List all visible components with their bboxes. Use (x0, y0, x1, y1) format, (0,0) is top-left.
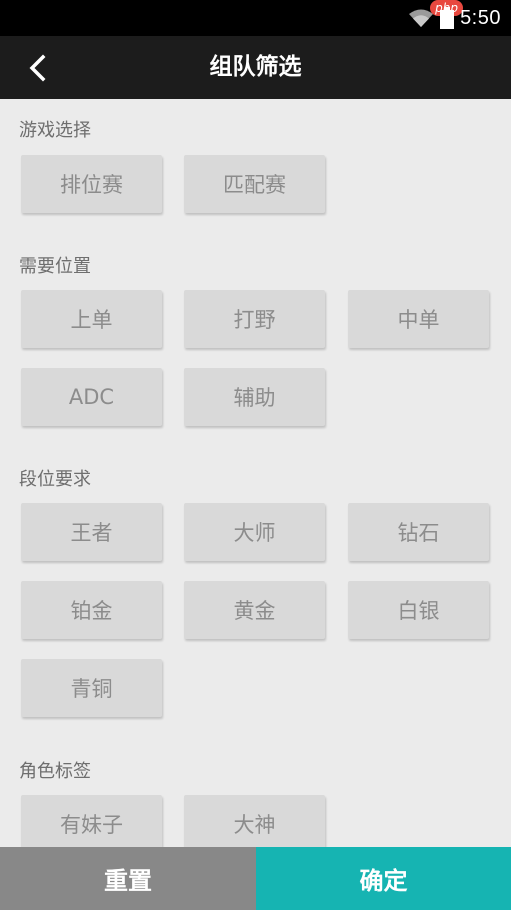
chip-silver[interactable]: 白银 (348, 581, 489, 639)
filter-content[interactable]: 游戏选择 排位赛 匹配赛 需要位置 上单 打野 中单 ADC 辅助 段位要求 王… (0, 99, 511, 847)
chip-match[interactable]: 匹配赛 (184, 155, 325, 213)
battery-icon (440, 7, 455, 29)
back-button[interactable] (20, 50, 56, 86)
bottom-action-bar: 重置 确定 (0, 847, 511, 910)
status-icons: 5:50 (408, 4, 501, 32)
status-bar: php 5:50 (0, 0, 511, 36)
page-title: 组队筛选 (209, 54, 302, 80)
chip-mid[interactable]: 中单 (348, 290, 489, 348)
chip-support[interactable]: 辅助 (184, 368, 325, 426)
chip-pro[interactable]: 大神 (184, 795, 325, 847)
section-label-rank: 段位要求 (19, 469, 91, 490)
chip-ranked[interactable]: 排位赛 (21, 155, 162, 213)
wifi-icon (409, 9, 434, 27)
chevron-left-icon (29, 54, 46, 82)
chip-gold[interactable]: 黄金 (184, 581, 325, 639)
chip-bronze[interactable]: 青铜 (21, 659, 162, 717)
chip-has-girl[interactable]: 有妹子 (21, 795, 162, 847)
section-label-role-tag: 角色标签 (19, 761, 91, 782)
chip-master[interactable]: 大师 (184, 503, 325, 561)
status-time: 5:50 (460, 6, 501, 29)
section-label-position: 需要位置 (19, 256, 91, 277)
chip-top[interactable]: 上单 (21, 290, 162, 348)
chip-diamond[interactable]: 钻石 (348, 503, 489, 561)
title-bar: 组队筛选 (0, 36, 511, 99)
chip-platinum[interactable]: 铂金 (21, 581, 162, 639)
reset-button[interactable]: 重置 (0, 847, 256, 910)
chip-jungle[interactable]: 打野 (184, 290, 325, 348)
chip-adc[interactable]: ADC (21, 368, 162, 426)
chip-king[interactable]: 王者 (21, 503, 162, 561)
confirm-button[interactable]: 确定 (256, 847, 511, 910)
section-label-game: 游戏选择 (19, 120, 91, 141)
